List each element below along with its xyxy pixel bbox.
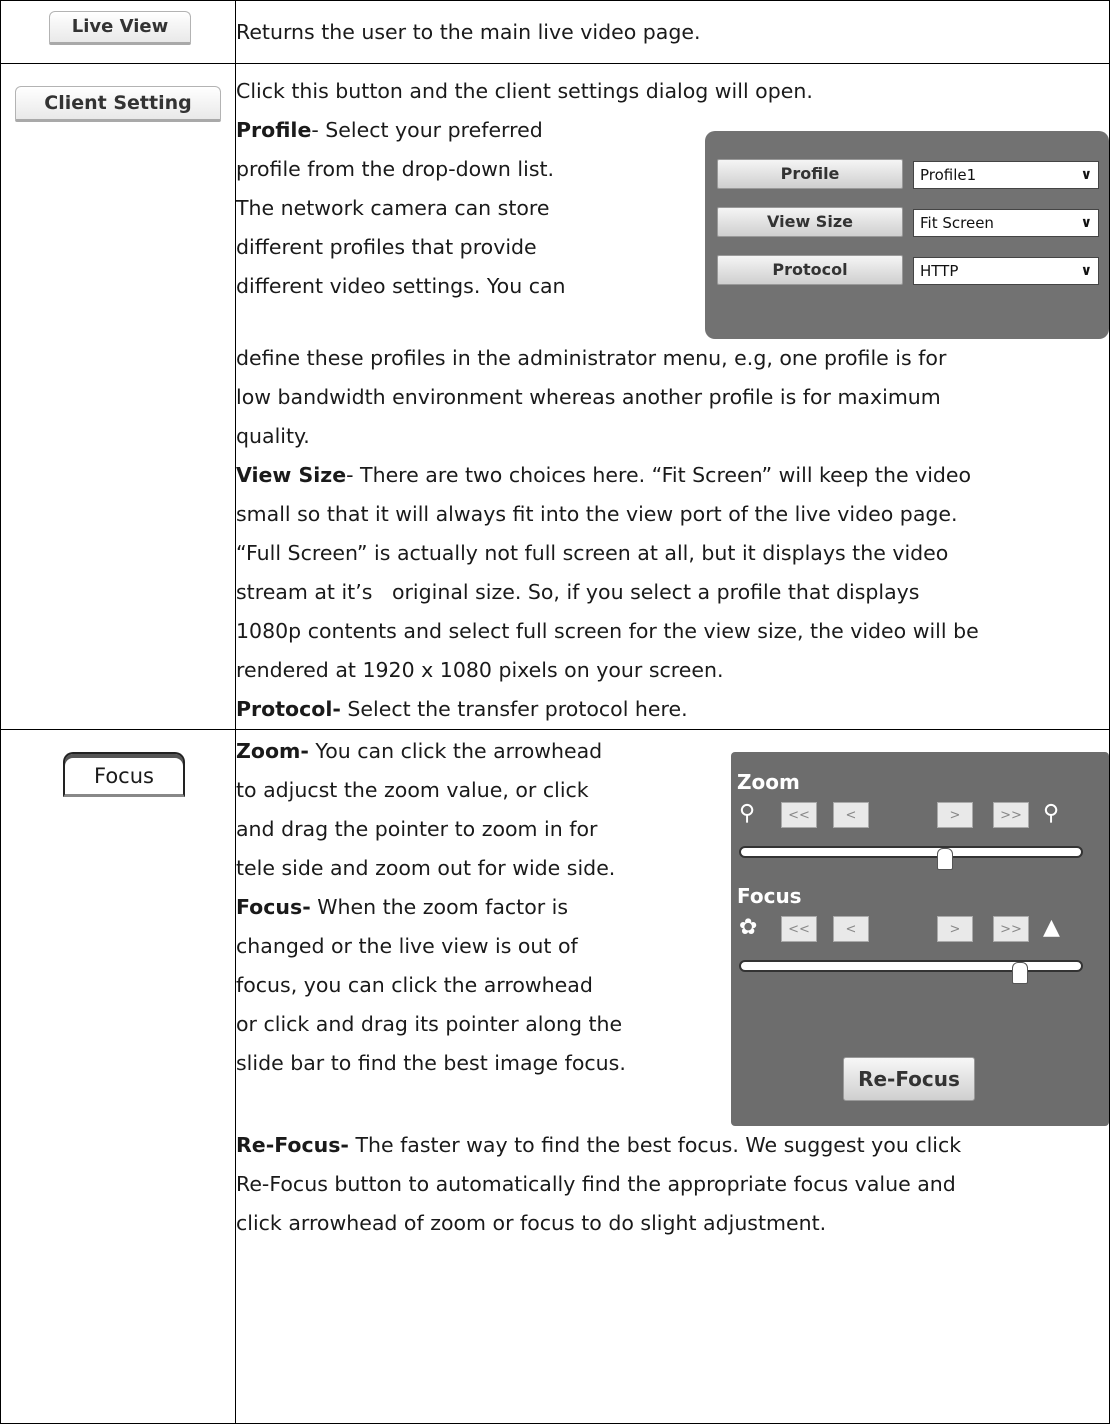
protocol-text: Select the transfer protocol here. (340, 697, 688, 721)
profile-term: Profile (236, 118, 312, 142)
desc-line: quality. (236, 424, 310, 448)
chevron-down-icon: ∨ (1080, 167, 1092, 183)
focus-first-button[interactable]: << (781, 916, 817, 942)
row-focus-desc: Zoom ⚲ << < > >> ⚲ Focus ✿ << < > >> ▲ R… (235, 729, 1110, 1424)
profile-text: - Select your preferred (311, 118, 543, 142)
row-client-setting: Client Setting Click this button and the… (0, 63, 1110, 730)
protocol-line: Protocol- Select the transfer protocol h… (236, 690, 1109, 729)
desc-line: stream at it’s original size. So, if you… (236, 580, 920, 604)
view-size-line: View Size- There are two choices here. “… (236, 456, 1109, 495)
zoom-in-icon[interactable]: ⚲ (1043, 800, 1059, 828)
protocol-label: Protocol (717, 255, 903, 285)
view-size-text: - There are two choices here. “Fit Scree… (346, 463, 972, 487)
profile-label: Profile (717, 159, 903, 189)
client-settings-panel: Profile Profile1 ∨ View Size Fit Screen … (705, 131, 1109, 339)
protocol-select[interactable]: HTTP ∨ (913, 257, 1099, 285)
view-size-label: View Size (717, 207, 903, 237)
refocus-line: Re-Focus- The faster way to find the bes… (236, 1126, 1109, 1165)
focus-slider[interactable] (739, 960, 1083, 984)
zoom-controls: ⚲ << < > >> ⚲ (737, 800, 1103, 830)
focus-title: Focus (737, 884, 802, 908)
refocus-text: The faster way to find the best focus. W… (348, 1133, 962, 1157)
row-client-setting-button-cell: Client Setting (0, 63, 236, 730)
zoom-next-button[interactable]: > (937, 802, 973, 828)
zoom-last-button[interactable]: >> (993, 802, 1029, 828)
focus-button[interactable]: Focus (63, 752, 185, 797)
protocol-term: Protocol- (236, 697, 341, 721)
desc-line: define these profiles in the administrat… (236, 346, 947, 370)
focus-text: When the zoom factor is (310, 895, 569, 919)
desc-line: Returns the user to the main live video … (236, 20, 701, 44)
focus-prev-button[interactable]: < (833, 916, 869, 942)
zoom-prev-button[interactable]: < (833, 802, 869, 828)
zoom-out-icon[interactable]: ⚲ (739, 800, 755, 828)
row-focus: Focus Zoom ⚲ << < > >> ⚲ Focus ✿ << < > … (0, 729, 1110, 1424)
row-live-view-button-cell: Live View (0, 0, 236, 64)
row-live-view: Live View Returns the user to the main l… (0, 0, 1110, 64)
row-focus-button-cell: Focus (0, 729, 236, 1424)
desc-line: rendered at 1920 x 1080 pixels on your s… (236, 658, 724, 682)
protocol-select-value: HTTP (920, 262, 959, 280)
chevron-down-icon: ∨ (1080, 263, 1092, 279)
desc-line: “Full Screen” is actually not full scree… (236, 541, 949, 565)
live-view-button[interactable]: Live View (49, 11, 191, 45)
zoom-term: Zoom- (236, 739, 309, 763)
focus-last-button[interactable]: >> (993, 916, 1029, 942)
profile-select[interactable]: Profile1 ∨ (913, 161, 1099, 189)
re-focus-button[interactable]: Re-Focus (843, 1057, 975, 1101)
zoom-text: You can click the arrowhead (308, 739, 603, 763)
zoom-slider[interactable] (739, 846, 1083, 870)
row-live-view-desc: Returns the user to the main live video … (235, 0, 1110, 64)
focus-near-icon[interactable]: ✿ (739, 914, 757, 942)
zoom-first-button[interactable]: << (781, 802, 817, 828)
desc-line: 1080p contents and select full screen fo… (236, 619, 979, 643)
focus-far-icon[interactable]: ▲ (1043, 914, 1060, 942)
refocus-term: Re-Focus- (236, 1133, 349, 1157)
view-size-select-value: Fit Screen (920, 214, 994, 232)
zoom-slider-thumb[interactable] (937, 848, 953, 870)
row-client-setting-desc: Click this button and the client setting… (235, 63, 1110, 730)
profile-select-value: Profile1 (920, 166, 977, 184)
focus-controls: ✿ << < > >> ▲ (737, 914, 1103, 944)
desc-line: low bandwidth environment whereas anothe… (236, 385, 941, 409)
desc-line: small so that it will always fit into th… (236, 502, 958, 526)
focus-next-button[interactable]: > (937, 916, 973, 942)
view-size-term: View Size (236, 463, 347, 487)
view-size-select[interactable]: Fit Screen ∨ (913, 209, 1099, 237)
desc-line: Re-Focus button to automatically find th… (236, 1172, 956, 1196)
chevron-down-icon: ∨ (1080, 215, 1092, 231)
desc-intro: Click this button and the client setting… (236, 79, 813, 103)
focus-term: Focus- (236, 895, 311, 919)
zoom-title: Zoom (737, 770, 800, 794)
desc-line: click arrowhead of zoom or focus to do s… (236, 1211, 827, 1235)
doc-table: Live View Returns the user to the main l… (0, 0, 1110, 1424)
client-setting-button[interactable]: Client Setting (15, 86, 221, 122)
zoom-focus-panel: Zoom ⚲ << < > >> ⚲ Focus ✿ << < > >> ▲ R… (731, 752, 1109, 1126)
focus-slider-thumb[interactable] (1012, 962, 1028, 984)
